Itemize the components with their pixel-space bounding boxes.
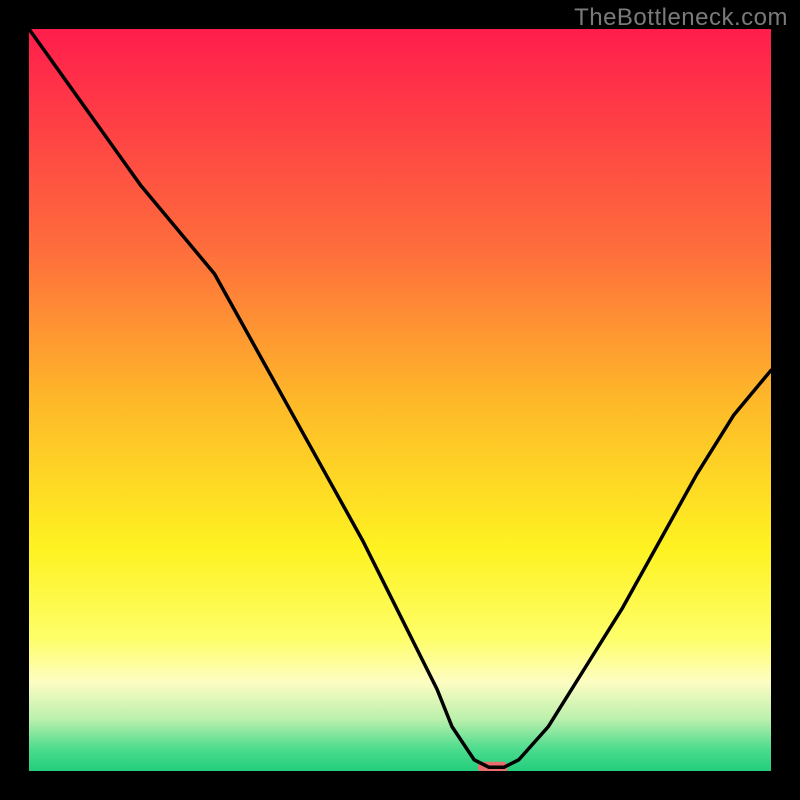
chart-frame: TheBottleneck.com bbox=[0, 0, 800, 800]
watermark-text: TheBottleneck.com bbox=[574, 4, 788, 32]
gradient-background bbox=[29, 29, 771, 771]
bottleneck-chart bbox=[29, 29, 771, 771]
plot-area bbox=[29, 29, 771, 771]
